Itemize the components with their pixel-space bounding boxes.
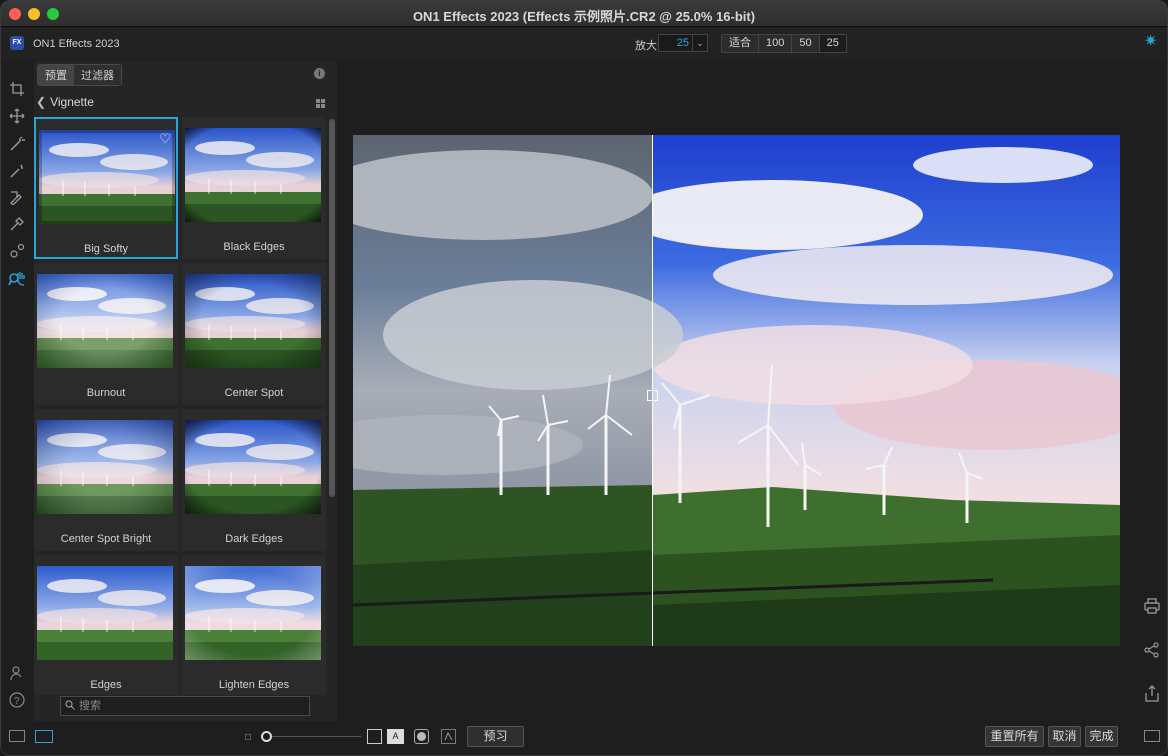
- search-icon: [65, 700, 75, 710]
- cancel-button[interactable]: 取消: [1048, 726, 1081, 747]
- export-icon[interactable]: [1143, 685, 1161, 703]
- masking-bug-icon[interactable]: [7, 189, 27, 209]
- image-canvas[interactable]: [353, 135, 1120, 646]
- preset-label: Big Softy: [83, 243, 129, 255]
- preset-thumbnail-image: [39, 130, 175, 224]
- tab-presets[interactable]: 预置: [38, 65, 74, 85]
- favorite-heart-icon[interactable]: ♡: [159, 131, 171, 147]
- mask-view-icon[interactable]: [414, 729, 429, 744]
- zoom-preset-group: 适合 100 50 25: [721, 34, 847, 53]
- account-icon[interactable]: [7, 665, 27, 685]
- compare-toggle-icon[interactable]: [367, 729, 382, 744]
- preset-thumbnail-image: [185, 274, 321, 368]
- text-overlay-icon[interactable]: A: [387, 729, 404, 744]
- window-title: ON1 Effects 2023 (Effects 示例照片.CR2 @ 25.…: [412, 9, 756, 24]
- preset-thumbnail-image: [185, 420, 321, 514]
- breadcrumb-category: Vignette: [50, 95, 94, 109]
- view-hand-tool-icon[interactable]: [7, 270, 27, 290]
- toggle-filmstrip-icon[interactable]: [35, 730, 53, 743]
- tab-filters[interactable]: 过滤器: [74, 65, 121, 85]
- print-icon[interactable]: [1143, 597, 1161, 615]
- preset-label: Lighten Edges: [218, 679, 290, 691]
- zoom-dropdown-chevron-icon[interactable]: ⌄: [692, 35, 707, 51]
- preset-tile-big-softy[interactable]: ♡ Big Softy: [34, 117, 178, 259]
- preset-label: Black Edges: [223, 241, 285, 253]
- retouch-brush-icon[interactable]: [7, 216, 27, 236]
- title-bar: ON1 Effects 2023 (Effects 示例照片.CR2 @ 25.…: [1, 1, 1167, 27]
- zoom-fit-button[interactable]: 适合: [722, 35, 759, 52]
- preset-tile-dark-edges[interactable]: Dark Edges: [182, 409, 326, 551]
- back-chevron-icon[interactable]: ❮: [36, 95, 46, 109]
- clone-stamp-icon[interactable]: [7, 243, 27, 263]
- share-icon[interactable]: [1143, 641, 1161, 659]
- help-icon[interactable]: ?: [7, 692, 27, 712]
- preset-tile-edges[interactable]: Edges: [34, 555, 178, 695]
- preset-label: Dark Edges: [225, 533, 283, 545]
- preview-button[interactable]: 预习: [467, 726, 524, 747]
- before-after-icon[interactable]: [441, 729, 456, 744]
- crop-tool-icon[interactable]: [7, 81, 27, 101]
- effects-module-icon[interactable]: ✷: [1144, 31, 1157, 51]
- transform-tool-icon[interactable]: [7, 108, 27, 128]
- split-handle[interactable]: [647, 390, 658, 401]
- preset-tile-burnout[interactable]: Burnout: [34, 263, 178, 405]
- preset-thumbnail-image: [185, 128, 321, 222]
- refine-brush-icon[interactable]: [7, 163, 27, 183]
- preset-thumbnail-image: [185, 566, 321, 660]
- preset-tile-black-edges[interactable]: Black Edges: [182, 117, 326, 259]
- preset-label: Edges: [90, 679, 122, 691]
- thumbnail-size-min-icon: [245, 734, 251, 740]
- preset-tile-center-spot[interactable]: Center Spot: [182, 263, 326, 405]
- bottom-toolbar: A 预习 重置所有 取消 完成: [1, 721, 1167, 755]
- svg-text:?: ?: [14, 696, 20, 707]
- app-name: ON1 Effects 2023: [33, 38, 120, 50]
- app-logo-icon: FX: [10, 36, 24, 50]
- toggle-left-panel-icon[interactable]: [9, 730, 25, 742]
- breadcrumb[interactable]: ❮ Vignette: [36, 95, 94, 109]
- preset-thumbnail-image: [37, 274, 173, 368]
- panel-tabs: 预置 过滤器: [37, 64, 122, 86]
- presets-panel: 预置 过滤器 i ❮ Vignette ♡ Big Softy Black Ed…: [34, 61, 337, 721]
- thumbnail-size-slider[interactable]: [269, 736, 361, 737]
- preset-thumbnail-image: [37, 566, 173, 660]
- preset-label: Center Spot: [224, 387, 284, 399]
- masking-brush-icon[interactable]: [7, 136, 27, 156]
- search-input[interactable]: 搜索: [60, 696, 310, 716]
- preset-label: Center Spot Bright: [60, 533, 152, 545]
- preset-thumbnail-grid: ♡ Big Softy Black Edges Burnout Center S…: [34, 117, 328, 695]
- thumbnail-size-slider-knob[interactable]: [261, 731, 272, 742]
- preset-tile-lighten-edges[interactable]: Lighten Edges: [182, 555, 326, 695]
- top-toolbar: FX ON1 Effects 2023 放大 25 ⌄ 适合 100 50 25: [1, 28, 1167, 60]
- reset-all-button[interactable]: 重置所有: [985, 726, 1044, 747]
- zoom-100-button[interactable]: 100: [759, 35, 793, 52]
- toggle-right-panel-icon[interactable]: [1144, 730, 1160, 742]
- preset-tile-center-spot-bright[interactable]: Center Spot Bright: [34, 409, 178, 551]
- panel-scrollbar[interactable]: [329, 119, 335, 497]
- grid-view-icon[interactable]: [316, 99, 325, 108]
- zoom-50-button[interactable]: 50: [792, 35, 820, 52]
- info-icon[interactable]: i: [314, 68, 325, 79]
- app-window: ON1 Effects 2023 (Effects 示例照片.CR2 @ 25.…: [0, 0, 1168, 756]
- zoom-label: 放大: [635, 40, 657, 52]
- preset-label: Burnout: [86, 387, 126, 399]
- zoom-25-button[interactable]: 25: [819, 35, 846, 52]
- done-button[interactable]: 完成: [1085, 726, 1118, 747]
- preset-thumbnail-image: [37, 420, 173, 514]
